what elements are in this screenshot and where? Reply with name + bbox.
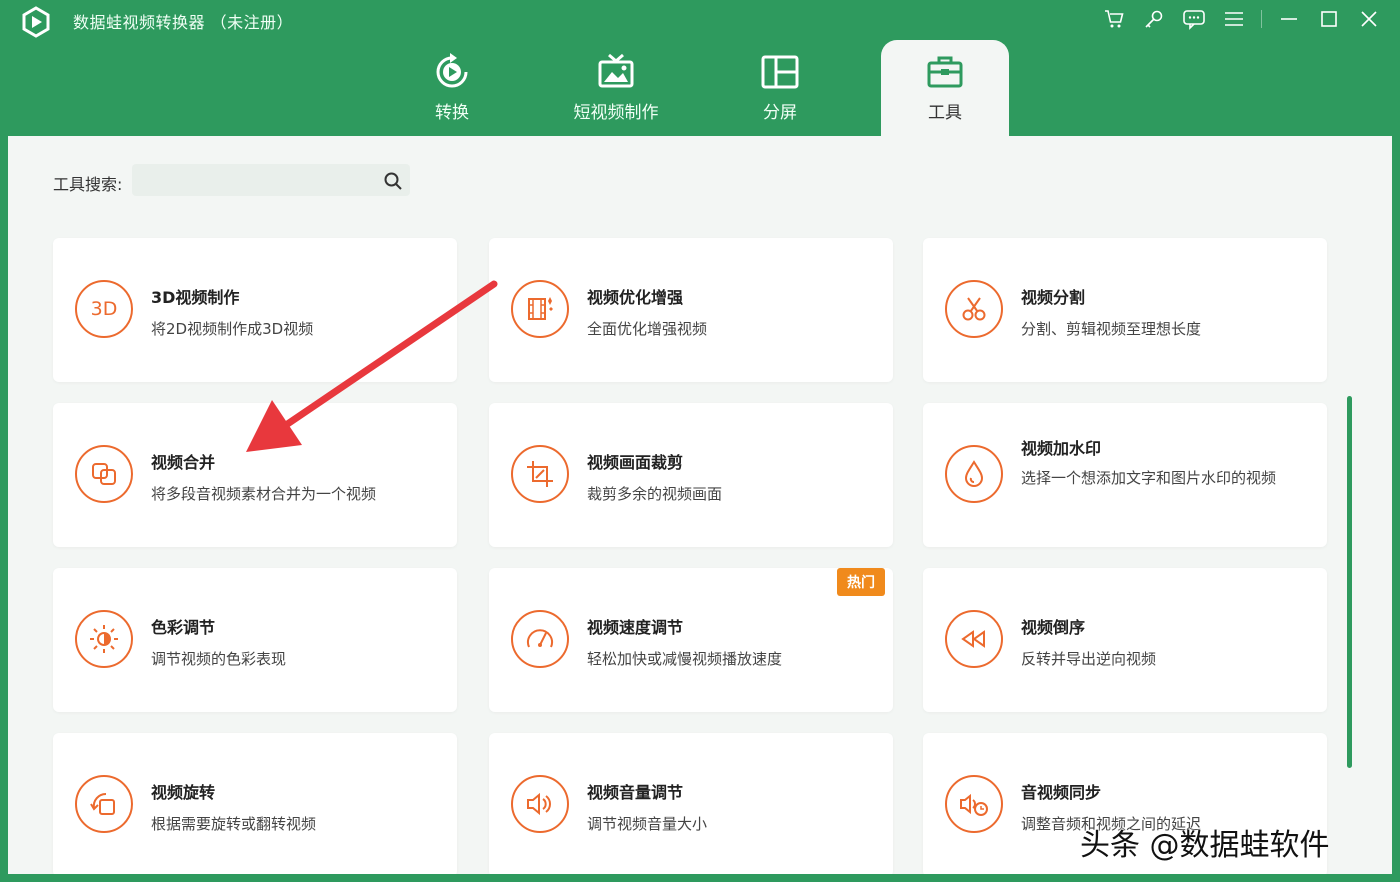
speedometer-icon (511, 610, 569, 668)
tool-title: 视频优化增强 (587, 288, 684, 307)
tool-title: 视频倒序 (1021, 618, 1086, 637)
watermark-text: 头条 @数据蛙软件 (1080, 828, 1330, 863)
tool-card-video-rotate[interactable]: 视频旋转 根据需要旋转或翻转视频 (53, 733, 457, 877)
merge-icon (75, 445, 133, 503)
tools-panel: 工具搜索: 3D 3D视频制作 将2D视频制作成3D视频 视频优化增强 全面优化… (8, 136, 1392, 877)
tool-card-video-split[interactable]: 视频分割 分割、剪辑视频至理想长度 (923, 238, 1327, 382)
convert-icon (436, 53, 468, 88)
rewind-icon (945, 610, 1003, 668)
search-label: 工具搜索: (53, 175, 123, 194)
tab-short-video[interactable]: 短视频制作 (552, 40, 680, 136)
toolbox-icon (927, 56, 963, 88)
tool-description: 将2D视频制作成3D视频 (151, 320, 314, 338)
tool-title: 视频旋转 (151, 783, 216, 802)
tool-description: 根据需要旋转或翻转视频 (151, 815, 317, 833)
tool-card-video-crop[interactable]: 视频画面裁剪 裁剪多余的视频画面 (489, 403, 893, 547)
tool-title: 色彩调节 (151, 618, 216, 637)
tool-card-color-adjust[interactable]: 色彩调节 调节视频的色彩表现 (53, 568, 457, 712)
film-enhance-icon (511, 280, 569, 338)
tab-short-video-label: 短视频制作 (573, 103, 659, 123)
scissors-icon (945, 280, 1003, 338)
tab-tools-label: 工具 (928, 103, 962, 123)
title-separator (1261, 10, 1262, 28)
tab-split-screen-label: 分屏 (763, 103, 797, 123)
tab-tools[interactable]: 工具 (881, 40, 1009, 136)
tool-description: 反转并导出逆向视频 (1021, 650, 1157, 668)
tool-card-video-watermark[interactable]: 视频加水印 选择一个想添加文字和图片水印的视频 (923, 403, 1327, 547)
minimize-icon[interactable] (1276, 6, 1302, 32)
color-sun-icon (75, 610, 133, 668)
av-sync-icon (945, 775, 1003, 833)
split-screen-icon (761, 55, 799, 89)
window-bottom-border (0, 874, 1400, 882)
watermark-drop-icon (945, 445, 1003, 503)
title-bar: 数据蛙视频转换器 （未注册） (0, 0, 1400, 40)
tool-title: 音视频同步 (1021, 783, 1102, 802)
search-icon[interactable] (382, 170, 404, 192)
tool-title: 视频分割 (1021, 288, 1086, 307)
3d-icon: 3D (75, 280, 133, 338)
maximize-icon[interactable] (1316, 6, 1342, 32)
close-icon[interactable] (1356, 6, 1382, 32)
feedback-icon[interactable] (1181, 6, 1207, 32)
tool-title: 视频加水印 (1021, 439, 1102, 458)
tab-convert-label: 转换 (435, 103, 469, 123)
menu-icon[interactable] (1221, 6, 1247, 32)
crop-icon (511, 445, 569, 503)
tool-description: 选择一个想添加文字和图片水印的视频 (1021, 469, 1277, 487)
tab-convert[interactable]: 转换 (388, 40, 516, 136)
tool-description: 轻松加快或减慢视频播放速度 (587, 650, 783, 668)
main-tabs: 转换 短视频制作 分屏 工具 (0, 40, 1400, 136)
tool-title: 3D视频制作 (151, 288, 240, 307)
tool-card-3d-video[interactable]: 3D 3D视频制作 将2D视频制作成3D视频 (53, 238, 457, 382)
tv-icon (598, 53, 634, 88)
tool-card-video-reverse[interactable]: 视频倒序 反转并导出逆向视频 (923, 568, 1327, 712)
tool-card-video-speed[interactable]: 视频速度调节 轻松加快或减慢视频播放速度 热门 (489, 568, 893, 712)
tool-description: 将多段音视频素材合并为一个视频 (151, 485, 377, 503)
tool-card-video-merge[interactable]: 视频合并 将多段音视频素材合并为一个视频 (53, 403, 457, 547)
rotate-icon (75, 775, 133, 833)
tool-title: 视频音量调节 (587, 783, 684, 802)
tool-title: 视频速度调节 (587, 618, 684, 637)
scrollbar[interactable] (1347, 396, 1352, 768)
tool-title: 视频画面裁剪 (587, 453, 684, 472)
tool-description: 全面优化增强视频 (587, 320, 708, 338)
tool-card-volume-adjust[interactable]: 视频音量调节 调节视频音量大小 (489, 733, 893, 877)
tool-description: 调节视频音量大小 (587, 815, 708, 833)
cart-icon[interactable] (1101, 6, 1127, 32)
search-input[interactable] (132, 164, 410, 196)
app-title: 数据蛙视频转换器 （未注册） (73, 13, 294, 32)
tool-description: 调节视频的色彩表现 (151, 650, 287, 668)
tool-card-video-enhance[interactable]: 视频优化增强 全面优化增强视频 (489, 238, 893, 382)
hot-badge: 热门 (837, 568, 885, 596)
volume-icon (511, 775, 569, 833)
tool-title: 视频合并 (151, 453, 216, 472)
tool-description: 裁剪多余的视频画面 (587, 485, 723, 503)
tab-split-screen[interactable]: 分屏 (716, 40, 844, 136)
key-icon[interactable] (1141, 6, 1167, 32)
app-logo-icon (22, 6, 50, 38)
tool-description: 分割、剪辑视频至理想长度 (1021, 320, 1202, 338)
